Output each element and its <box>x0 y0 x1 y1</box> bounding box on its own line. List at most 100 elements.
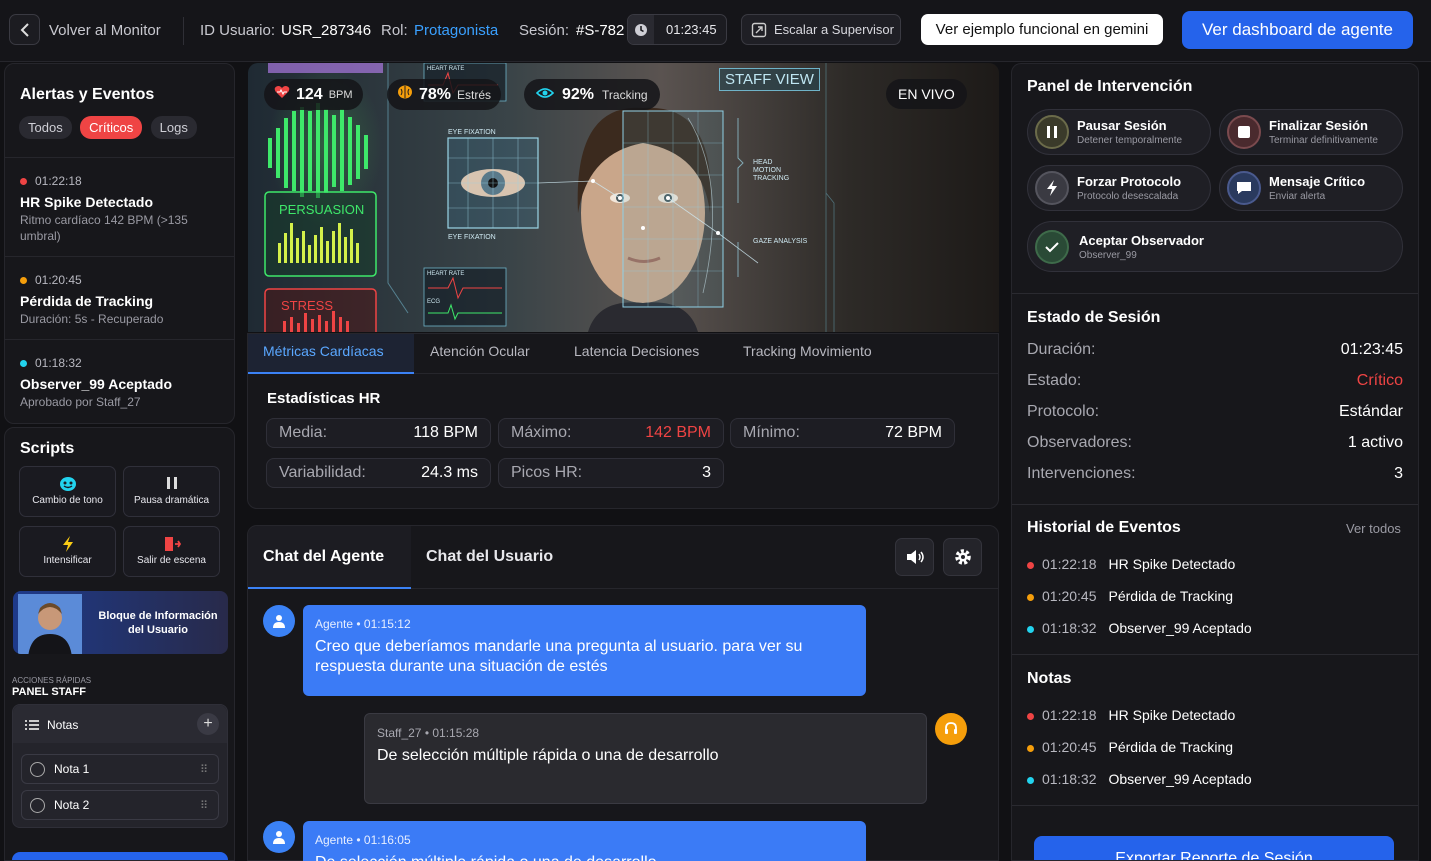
video-feed[interactable]: 124 BPM 78% Estrés 92% Tracking STAFF VI… <box>248 63 999 332</box>
staff-avatar <box>935 713 967 745</box>
message-text: De selección múltiple rápida o una de de… <box>315 853 854 861</box>
history-title: Historial de Eventos <box>1027 519 1181 536</box>
user-id-label: ID Usuario: <box>200 22 276 39</box>
notes-widget: Notas + Nota 1 ⠿ Nota 2 ⠿ <box>12 704 228 828</box>
chat-message-staff: Staff_27 • 01:15:28 De selección múltipl… <box>364 713 927 804</box>
tab-agent-chat[interactable]: Chat del Agente <box>263 548 384 566</box>
user-avatar <box>18 594 82 654</box>
status-row: Duración: 01:23:45 <box>1027 341 1403 358</box>
session-id: #S-782 <box>576 22 625 39</box>
intervention-title: Panel de Intervención <box>1027 78 1193 95</box>
message-meta: Agente • 01:15:12 <box>315 617 411 631</box>
drag-handle-icon[interactable]: ⠿ <box>200 763 208 776</box>
quick-actions-label: ACCIONES RÁPIDAS <box>12 676 92 685</box>
back-label[interactable]: Volver al Monitor <box>49 22 161 39</box>
alert-filters: Todos Críticos Logs <box>19 116 201 139</box>
tab-movement-tracking[interactable]: Tracking Movimiento <box>743 343 872 359</box>
pause-icon <box>124 475 219 495</box>
eye-fixation-label: EYE FIXATION <box>448 129 496 136</box>
staff-view-label: STAFF VIEW <box>719 68 820 91</box>
alert-desc: Duración: 5s - Recuperado <box>20 312 164 326</box>
note-item[interactable]: Nota 2 ⠿ <box>21 790 219 820</box>
warning-dot-icon <box>1027 744 1034 752</box>
top-bar: Volver al Monitor ID Usuario: USR_287346… <box>0 0 1431 62</box>
alert-time: 01:22:18 <box>35 174 82 188</box>
drag-handle-icon[interactable]: ⠿ <box>200 799 208 812</box>
tab-user-chat[interactable]: Chat del Usuario <box>426 548 553 566</box>
alert-item[interactable]: 01:20:45 Pérdida de Tracking Duración: 5… <box>5 256 234 339</box>
alert-title: Pérdida de Tracking <box>20 293 154 309</box>
filter-critical[interactable]: Críticos <box>80 116 143 139</box>
export-report-button[interactable]: Exportar Reporte de Sesión <box>1034 836 1394 860</box>
message-meta: Staff_27 • 01:15:28 <box>377 726 480 740</box>
script-dramatic-pause[interactable]: Pausa dramática <box>123 466 220 517</box>
info-dot-icon <box>1027 776 1034 784</box>
script-label: Salir de escena <box>137 555 206 566</box>
alert-time: 01:20:45 <box>35 273 82 287</box>
lightning-icon <box>1035 171 1069 205</box>
tab-decision-latency[interactable]: Latencia Decisiones <box>574 343 699 359</box>
session-label: Sesión: <box>519 22 570 39</box>
accept-observer-button[interactable]: Aceptar Observador Observer_99 <box>1027 221 1403 272</box>
stress-value: 78% <box>419 85 452 103</box>
see-all-link[interactable]: Ver todos <box>1346 521 1401 536</box>
status-row: Observadores: 1 activo <box>1027 434 1403 451</box>
gaze-label: GAZE ANALYSIS <box>753 238 808 245</box>
hr-stats-title: Estadísticas HR <box>267 390 381 407</box>
critical-dot-icon <box>20 178 27 186</box>
end-session-button[interactable]: Finalizar Sesión Terminar definitivamente <box>1219 109 1403 155</box>
note-row: 01:18:32 Observer_99 Aceptado <box>1027 771 1252 787</box>
alert-title: HR Spike Detectado <box>20 194 154 210</box>
radio-icon[interactable] <box>30 761 45 777</box>
escalate-button[interactable]: Escalar a Supervisor <box>741 14 901 45</box>
check-icon <box>1035 229 1069 264</box>
note-row: 01:20:45 Pérdida de Tracking <box>1027 739 1233 755</box>
status-row: Estado: Crítico <box>1027 372 1403 389</box>
critical-dot-icon <box>1027 712 1034 720</box>
back-button[interactable] <box>9 14 40 45</box>
user-info-block[interactable]: Bloque de Información del Usuario <box>13 591 228 654</box>
chat-message-agent: Agente • 01:15:12 Creo que deberíamos ma… <box>303 605 866 696</box>
force-protocol-button[interactable]: Forzar Protocolo Protocolo desescalada <box>1027 165 1211 211</box>
sound-button[interactable] <box>895 538 934 576</box>
history-row: 01:22:18 HR Spike Detectado <box>1027 556 1235 572</box>
note-label: Nota 2 <box>54 798 90 812</box>
script-label: Intensificar <box>43 555 92 566</box>
message-meta: Agente • 01:16:05 <box>315 833 411 847</box>
alert-time: 01:18:32 <box>35 356 82 370</box>
alert-desc: Aprobado por Staff_27 <box>20 395 141 409</box>
script-exit-scene[interactable]: Salir de escena <box>123 526 220 577</box>
notes-panel-title: Notas <box>1027 670 1072 687</box>
alert-item[interactable]: 01:22:18 HR Spike Detectado Ritmo cardía… <box>5 157 234 256</box>
pause-session-button[interactable]: Pausar Sesión Detener temporalmente <box>1027 109 1211 155</box>
warning-dot-icon <box>1027 593 1034 601</box>
bottom-action-button[interactable] <box>12 852 228 860</box>
alert-desc: Ritmo cardíaco 142 BPM (>135 umbral) <box>20 213 188 243</box>
agent-avatar <box>263 821 295 853</box>
example-button[interactable]: Ver ejemplo funcional en gemini <box>921 14 1163 45</box>
tab-eye-attention[interactable]: Atención Ocular <box>430 343 530 359</box>
escalate-icon <box>751 22 767 37</box>
history-row: 01:20:45 Pérdida de Tracking <box>1027 588 1233 604</box>
note-label: Nota 1 <box>54 762 90 776</box>
tab-cardiac-metrics[interactable]: Métricas Cardíacas <box>263 343 384 359</box>
heart-rate-label: HEART RATE <box>427 66 465 72</box>
message-text: De selección múltiple rápida o una de de… <box>377 747 719 764</box>
script-tone-change[interactable]: Cambio de tono <box>19 466 116 517</box>
script-intensify[interactable]: Intensificar <box>19 526 116 577</box>
role-value: Protagonista <box>414 22 499 39</box>
radio-icon[interactable] <box>30 797 45 813</box>
agent-dashboard-button[interactable]: Ver dashboard de agente <box>1182 11 1413 49</box>
add-note-button[interactable]: + <box>197 713 219 735</box>
filter-logs[interactable]: Logs <box>150 116 197 139</box>
heart-icon <box>274 85 290 104</box>
alerts-panel: Alertas y Eventos Todos Críticos Logs 01… <box>4 63 235 424</box>
note-item[interactable]: Nota 1 ⠿ <box>21 754 219 784</box>
eye-fixation-label-2: EYE FIXATION <box>448 234 496 241</box>
settings-button[interactable] <box>943 538 982 576</box>
filter-all[interactable]: Todos <box>19 116 72 139</box>
live-badge: EN VIVO <box>886 79 967 109</box>
critical-message-button[interactable]: Mensaje Crítico Enviar alerta <box>1219 165 1403 211</box>
alert-item[interactable]: 01:18:32 Observer_99 Aceptado Aprobado p… <box>5 339 234 423</box>
user-block-label: Bloque de Información del Usuario <box>98 610 218 636</box>
